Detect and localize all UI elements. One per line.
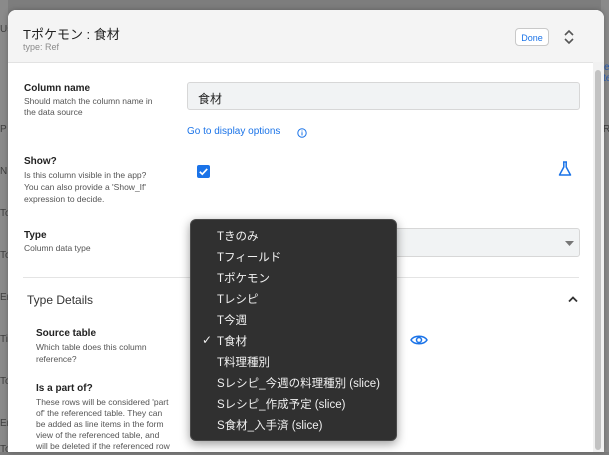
- background-label: P: [0, 124, 7, 135]
- dropdown-option[interactable]: Tレシピ: [191, 289, 396, 309]
- part-of-hint: view of the referenced table, and: [36, 430, 160, 440]
- dropdown-option[interactable]: Sレシピ_今週の料理種別 (slice): [191, 373, 396, 393]
- type-details-title[interactable]: Type Details: [27, 293, 93, 307]
- column-name-value: 食材: [198, 92, 223, 106]
- column-name-hint: Should match the column name in: [24, 96, 153, 106]
- dropdown-option-label: T料理種別: [217, 357, 271, 369]
- show-label: Show?: [24, 156, 57, 167]
- dropdown-option-label: Tレシピ: [217, 294, 259, 306]
- type-select[interactable]: [387, 228, 580, 257]
- chevron-down-icon: [565, 241, 574, 246]
- part-of-hint: of' the referenced table. They can: [36, 408, 163, 418]
- column-name-label: Column name: [24, 83, 91, 94]
- show-hint: Is this column visible in the app?: [24, 170, 147, 180]
- done-button[interactable]: Done: [515, 28, 549, 46]
- check-icon: ✓: [202, 333, 213, 347]
- display-options-link[interactable]: Go to display options: [187, 126, 280, 137]
- dropdown-option-label: Tフィールド: [217, 252, 282, 264]
- dialog-subtitle: type: Ref: [23, 42, 60, 52]
- show-checkbox[interactable]: [197, 165, 210, 178]
- dialog-title: Tポケモン : 食材: [23, 27, 120, 42]
- dropdown-option-label: Sレシピ_今週の料理種別 (slice): [217, 378, 380, 390]
- source-table-hint: reference?: [36, 354, 77, 364]
- source-table-dropdown: Tきのみ Tフィールド Tポケモン Tレシピ T今週 ✓ T食材 T料理種別 S…: [190, 219, 397, 441]
- part-of-hint: These rows will be considered 'part: [36, 397, 169, 407]
- source-table-hint: Which table does this column: [36, 342, 147, 352]
- dropdown-option[interactable]: Tフィールド: [191, 247, 396, 267]
- column-name-field[interactable]: 食材: [187, 82, 580, 110]
- source-table-label: Source table: [36, 328, 97, 339]
- dialog-header: Tポケモン : 食材 type: Ref Done: [8, 10, 604, 63]
- type-hint: Column data type: [24, 243, 91, 253]
- background-label: N: [0, 166, 8, 177]
- unfold-icon[interactable]: [561, 28, 577, 46]
- background-label: Ti: [0, 334, 8, 345]
- background-label: e: [604, 62, 609, 73]
- checkmark-icon: [199, 168, 208, 176]
- scrollbar-thumb[interactable]: [595, 70, 601, 450]
- dropdown-option[interactable]: Tきのみ: [191, 226, 396, 246]
- dropdown-option[interactable]: Tポケモン: [191, 268, 396, 288]
- chevron-up-icon[interactable]: [568, 295, 578, 303]
- dropdown-option[interactable]: Sレシピ_作成予定 (slice): [191, 394, 396, 414]
- eye-icon[interactable]: [410, 334, 428, 346]
- dropdown-option-label: Tきのみ: [217, 231, 259, 243]
- info-icon[interactable]: [297, 128, 307, 138]
- dropdown-option[interactable]: T今週: [191, 310, 396, 330]
- part-of-hint: will be deleted if the referenced row: [36, 441, 170, 451]
- column-name-hint: the data source: [24, 107, 83, 117]
- dropdown-option[interactable]: S食材_入手済 (slice): [191, 415, 396, 435]
- flask-icon[interactable]: [557, 160, 573, 178]
- dropdown-option-selected[interactable]: ✓ T食材: [191, 331, 396, 351]
- dropdown-option-label: S食材_入手済 (slice): [217, 420, 323, 432]
- part-of-hint: be added as line items in the form: [36, 419, 164, 429]
- show-hint: You can also provide a 'Show_If': [24, 182, 147, 192]
- dropdown-option-label: Sレシピ_作成予定 (slice): [217, 399, 346, 411]
- show-hint: expression to decide.: [24, 194, 105, 204]
- dropdown-option[interactable]: T料理種別: [191, 352, 396, 372]
- part-of-label: Is a part of?: [36, 383, 93, 394]
- dropdown-option-label: Tポケモン: [217, 273, 271, 285]
- type-label: Type: [24, 230, 47, 241]
- dropdown-option-label: T今週: [217, 315, 248, 327]
- dropdown-option-label: T食材: [217, 336, 248, 348]
